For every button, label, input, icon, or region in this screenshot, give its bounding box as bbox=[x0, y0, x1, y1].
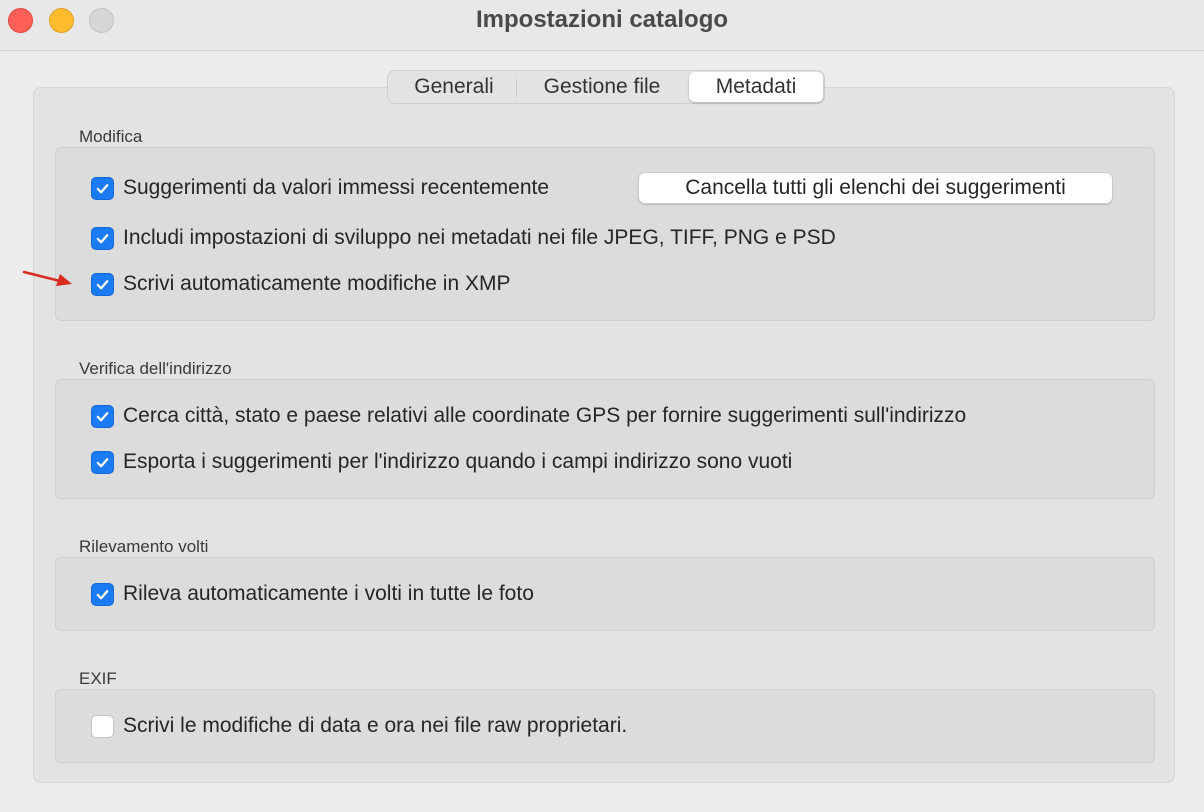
checkbox-label-scrivi-xmp: Scrivi automaticamente modifiche in XMP bbox=[123, 272, 511, 295]
checkbox-row-includi-sviluppo[interactable]: Includi impostazioni di sviluppo nei met… bbox=[91, 225, 836, 251]
checkbox-rileva-volti[interactable] bbox=[91, 582, 114, 606]
checkmark-icon bbox=[96, 457, 109, 467]
section-label-exif: EXIF bbox=[79, 669, 117, 688]
checkbox-row-rileva-volti[interactable]: Rileva automaticamente i volti in tutte … bbox=[91, 581, 534, 607]
annotation-arrow-icon bbox=[22, 270, 72, 286]
section-label-indirizzo: Verifica dell'indirizzo bbox=[79, 359, 232, 378]
checkmark-icon bbox=[96, 233, 109, 243]
checkbox-cerca-gps[interactable] bbox=[91, 404, 114, 428]
tab-bar: Generali Gestione file Metadati bbox=[387, 70, 825, 104]
checkbox-esporta-suggerimenti[interactable] bbox=[91, 450, 114, 474]
window-title: Impostazioni catalogo bbox=[475, 6, 729, 33]
checkbox-scrivi-data-ora[interactable] bbox=[91, 714, 114, 738]
clear-suggestions-button[interactable]: Cancella tutti gli elenchi dei suggerime… bbox=[638, 172, 1113, 204]
tab-separator bbox=[516, 79, 517, 97]
title-bar: Impostazioni catalogo bbox=[0, 0, 1204, 51]
checkbox-scrivi-xmp[interactable] bbox=[91, 272, 114, 296]
section-label-volti: Rilevamento volti bbox=[79, 537, 209, 556]
checkbox-label-includi-sviluppo: Includi impostazioni di sviluppo nei met… bbox=[123, 226, 836, 249]
checkbox-row-esporta-suggerimenti[interactable]: Esporta i suggerimenti per l'indirizzo q… bbox=[91, 449, 792, 475]
section-box-indirizzo bbox=[55, 379, 1155, 499]
checkbox-row-scrivi-xmp[interactable]: Scrivi automaticamente modifiche in XMP bbox=[91, 271, 511, 297]
checkbox-includi-sviluppo[interactable] bbox=[91, 226, 114, 250]
tab-metadati[interactable]: Metadati bbox=[689, 72, 823, 102]
checkbox-label-esporta-suggerimenti: Esporta i suggerimenti per l'indirizzo q… bbox=[123, 450, 793, 473]
checkmark-icon bbox=[96, 183, 109, 193]
checkbox-suggerimenti[interactable] bbox=[91, 176, 114, 200]
checkbox-row-scrivi-data-ora[interactable]: Scrivi le modifiche di data e ora nei fi… bbox=[91, 713, 627, 739]
checkmark-icon bbox=[96, 589, 109, 599]
checkbox-row-cerca-gps[interactable]: Cerca città, stato e paese relativi alle… bbox=[91, 403, 966, 429]
checkbox-label-rileva-volti: Rileva automaticamente i volti in tutte … bbox=[123, 582, 534, 605]
checkbox-label-suggerimenti: Suggerimenti da valori immessi recenteme… bbox=[123, 176, 550, 199]
tab-gestione-file[interactable]: Gestione file bbox=[522, 72, 682, 102]
checkmark-icon bbox=[96, 411, 109, 421]
tab-generali[interactable]: Generali bbox=[394, 72, 514, 102]
checkmark-icon bbox=[96, 279, 109, 289]
checkbox-row-suggerimenti[interactable]: Suggerimenti da valori immessi recenteme… bbox=[91, 175, 549, 201]
checkbox-label-cerca-gps: Cerca città, stato e paese relativi alle… bbox=[123, 404, 967, 427]
checkbox-label-scrivi-data-ora: Scrivi le modifiche di data e ora nei fi… bbox=[123, 714, 628, 737]
section-label-modifica: Modifica bbox=[79, 127, 143, 146]
